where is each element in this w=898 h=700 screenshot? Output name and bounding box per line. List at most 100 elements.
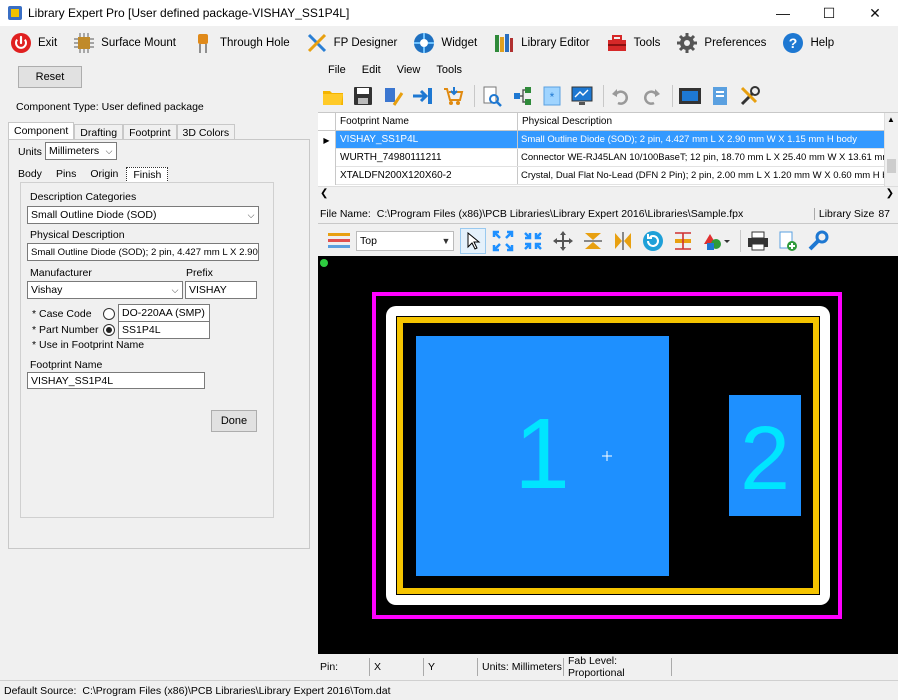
undo-icon[interactable] xyxy=(608,83,634,109)
through-hole-button[interactable]: Through Hole xyxy=(192,28,290,58)
new-document-icon[interactable] xyxy=(775,228,801,254)
zoom-extents-icon[interactable] xyxy=(490,228,516,254)
row-header[interactable] xyxy=(318,149,336,167)
dimension-icon[interactable] xyxy=(670,228,696,254)
part-number-field[interactable]: SS1P4L xyxy=(118,321,210,339)
library-editor-button[interactable]: Library Editor xyxy=(493,28,590,58)
part-number-radio[interactable] xyxy=(103,324,115,336)
subtab-body[interactable]: Body xyxy=(12,167,48,183)
preferences-button[interactable]: Preferences xyxy=(676,28,766,58)
manufacturer-label: Manufacturer xyxy=(30,267,92,279)
cell-physical-description: Crystal, Dual Flat No-Lead (DFN 2 Pin); … xyxy=(521,170,884,181)
color-shapes-icon[interactable] xyxy=(700,228,732,254)
import-icon[interactable] xyxy=(410,83,436,109)
cell-physical-description: Small Outline Diode (SOD); 2 pin, 4.427 … xyxy=(521,134,857,145)
through-hole-icon xyxy=(192,32,214,54)
footprint-name-field[interactable]: VISHAY_SS1P4L xyxy=(27,372,205,389)
done-button[interactable]: Done xyxy=(211,410,257,432)
subtab-finish[interactable]: Finish xyxy=(126,167,169,183)
film-icon[interactable] xyxy=(677,83,703,109)
through-hole-label: Through Hole xyxy=(219,37,290,49)
toolbar-separator xyxy=(474,85,475,107)
fp-designer-button[interactable]: FP Designer xyxy=(306,28,397,58)
print-icon[interactable] xyxy=(745,228,771,254)
case-code-field[interactable]: DO-220AA (SMP) xyxy=(118,304,210,322)
file-name-label: File Name: xyxy=(320,207,371,220)
tab-3d-colors[interactable]: 3D Colors xyxy=(176,124,236,140)
tools-icon xyxy=(306,32,328,54)
manufacturer-select[interactable]: Vishay ⌵ xyxy=(27,281,183,299)
description-categories-value: Small Outline Diode (SOD) xyxy=(31,209,157,221)
scroll-thumb[interactable] xyxy=(887,159,896,173)
tab-component[interactable]: Component xyxy=(8,122,75,140)
scroll-left-icon[interactable]: ❮ xyxy=(320,188,328,199)
subtab-origin[interactable]: Origin xyxy=(84,167,124,183)
table-row[interactable]: VISHAY_SS1P4L Small Outline Diode (SOD);… xyxy=(336,131,884,149)
document-icon[interactable] xyxy=(707,83,733,109)
search-report-icon[interactable] xyxy=(479,83,505,109)
scroll-right-icon[interactable]: ❯ xyxy=(886,188,894,199)
star-icon[interactable]: * xyxy=(539,83,565,109)
toolbar-separator xyxy=(740,230,741,252)
menu-tools[interactable]: Tools xyxy=(436,64,462,76)
widget-button[interactable]: Widget xyxy=(413,28,477,58)
tree-icon[interactable] xyxy=(509,83,535,109)
tab-footprint[interactable]: Footprint xyxy=(123,124,177,140)
pan-icon[interactable] xyxy=(550,228,576,254)
settings-tools-icon[interactable] xyxy=(737,83,763,109)
pointer-icon[interactable] xyxy=(460,228,486,254)
cell-footprint-name: XTALDFN200X120X60-2 xyxy=(336,167,518,184)
monitor-icon[interactable] xyxy=(569,83,595,109)
cell-footprint-name: WURTH_74980111211 xyxy=(336,149,518,166)
menu-view[interactable]: View xyxy=(397,64,421,76)
tab-drafting[interactable]: Drafting xyxy=(74,124,124,140)
widget-label: Widget xyxy=(441,37,478,49)
rotate-icon[interactable] xyxy=(640,228,666,254)
surface-mount-button[interactable]: Surface Mount xyxy=(73,28,176,58)
reset-button[interactable]: Reset xyxy=(18,66,82,88)
open-folder-icon[interactable] xyxy=(320,83,346,109)
exit-button[interactable]: Exit xyxy=(10,28,57,58)
table-row[interactable]: XTALDFN200X120X60-2 Crystal, Dual Flat N… xyxy=(336,167,884,185)
zoom-in-icon[interactable] xyxy=(520,228,546,254)
table-row[interactable]: WURTH_74980111211 Connector WE-RJ45LAN 1… xyxy=(336,149,884,167)
wrench-icon[interactable] xyxy=(805,228,831,254)
layer-select[interactable]: Top ▼ xyxy=(356,231,454,251)
component-tabs: Component Drafting Footprint 3D Colors xyxy=(8,122,236,140)
window-controls: — ☐ ✕ xyxy=(760,0,898,26)
help-button[interactable]: ? Help xyxy=(782,28,834,58)
cart-icon[interactable] xyxy=(440,83,466,109)
physical-description-field[interactable]: Small Outline Diode (SOD); 2 pin, 4.427 … xyxy=(27,243,259,261)
row-header[interactable] xyxy=(318,167,336,185)
component-panel: Reset Component Type: User defined packa… xyxy=(0,60,318,654)
menu-edit[interactable]: Edit xyxy=(362,64,381,76)
horizontal-scrollbar[interactable]: ❮ ❯ xyxy=(318,186,898,202)
footprint-canvas[interactable]: 1 2 xyxy=(318,256,898,654)
column-physical-description[interactable]: Physical Description xyxy=(518,113,884,130)
tools-button[interactable]: Tools xyxy=(606,28,660,58)
chevron-down-icon: ⌵ xyxy=(105,145,113,156)
description-categories-label: Description Categories xyxy=(30,191,137,203)
menu-file[interactable]: File xyxy=(328,64,346,76)
minimize-button[interactable]: — xyxy=(760,0,806,26)
scroll-up-icon[interactable]: ▲ xyxy=(887,115,896,129)
flip-horizontal-icon[interactable] xyxy=(610,228,636,254)
redo-icon[interactable] xyxy=(638,83,664,109)
file-path: C:\Program Files (x86)\PCB Libraries\Lib… xyxy=(376,207,744,220)
column-footprint-name[interactable]: Footprint Name xyxy=(336,113,518,130)
layers-icon[interactable] xyxy=(326,228,352,254)
case-code-radio[interactable] xyxy=(103,308,115,320)
maximize-button[interactable]: ☐ xyxy=(806,0,852,26)
save-icon[interactable] xyxy=(350,83,376,109)
vertical-scrollbar[interactable]: ▲ xyxy=(884,113,898,187)
units-select[interactable]: Millimeters ⌵ xyxy=(45,142,117,160)
subtab-pins[interactable]: Pins xyxy=(50,167,82,183)
close-button[interactable]: ✕ xyxy=(852,0,898,26)
description-categories-select[interactable]: Small Outline Diode (SOD) ⌵ xyxy=(27,206,259,224)
flip-vertical-icon[interactable] xyxy=(580,228,606,254)
gear-icon xyxy=(676,32,698,54)
edit-package-icon[interactable] xyxy=(380,83,406,109)
manufacturer-value: Vishay xyxy=(31,284,63,296)
grid-corner xyxy=(318,113,336,130)
prefix-field[interactable]: VISHAY xyxy=(185,281,257,299)
